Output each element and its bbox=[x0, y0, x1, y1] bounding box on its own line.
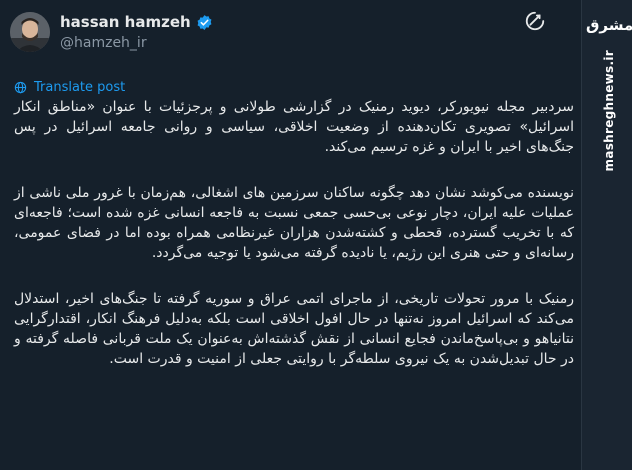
mashregh-logo: مشرق bbox=[586, 4, 632, 46]
translate-post-link[interactable]: Translate post bbox=[34, 80, 125, 95]
globe-icon bbox=[14, 81, 27, 94]
author-handle[interactable]: @hamzeh_ir bbox=[60, 35, 147, 51]
watermark-url: mashreghnews.ir bbox=[594, 50, 624, 280]
site-url-text: mashreghnews.ir bbox=[602, 50, 616, 172]
verified-badge-icon bbox=[197, 14, 212, 30]
avatar[interactable] bbox=[10, 12, 50, 52]
author-name-row: hassan hamzeh bbox=[60, 13, 213, 31]
author-display-name[interactable]: hassan hamzeh bbox=[60, 13, 191, 31]
avatar-image bbox=[10, 12, 50, 52]
watermark-strip: مشرق mashreghnews.ir bbox=[581, 0, 632, 470]
tweet-paragraph-1: سردبیر مجله نیویورکر، دیوید رمنیک در گزا… bbox=[14, 99, 574, 155]
translate-row[interactable]: Translate post bbox=[14, 80, 125, 95]
tweet-text: سردبیر مجله نیویورکر، دیوید رمنیک در گزا… bbox=[14, 97, 574, 395]
grok-icon[interactable] bbox=[524, 10, 546, 32]
tweet-paragraph-3: رمنیک با مرور تحولات تاریخی، از ماجرای ا… bbox=[14, 291, 574, 367]
logo-text: مشرق bbox=[586, 16, 632, 34]
tweet-paragraph-2: نویسنده می‌کوشد نشان دهد چگونه ساکنان سر… bbox=[14, 185, 574, 261]
